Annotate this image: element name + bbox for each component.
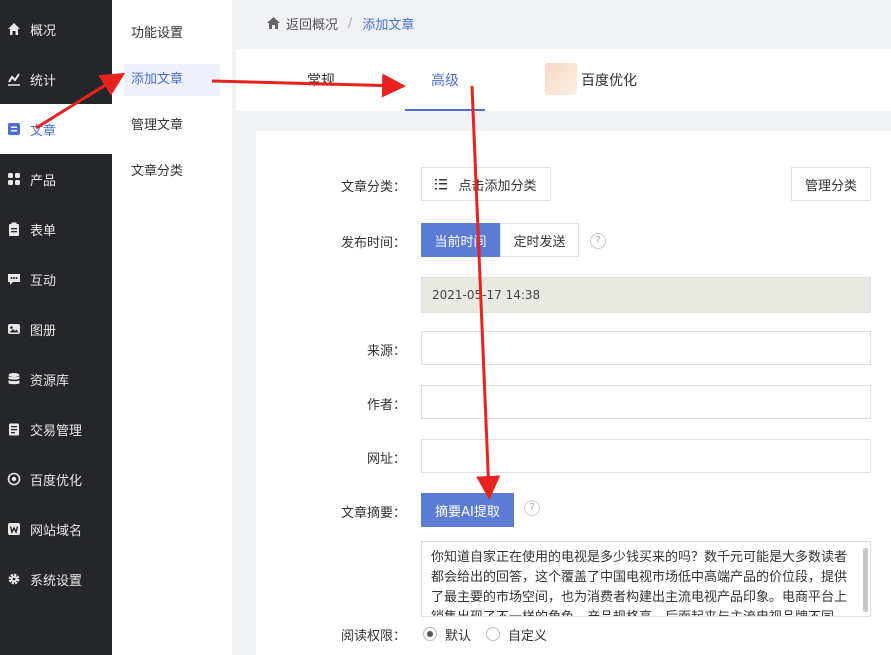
summary-textarea[interactable]: 你知道自家正在使用的电视是多少钱买来的吗？数千元可能是大多数读者都会给出的回答，… xyxy=(421,541,871,617)
sidebar-item-label: 图册 xyxy=(30,323,57,339)
source-input[interactable] xyxy=(421,331,871,365)
help-icon[interactable]: ? xyxy=(524,500,540,516)
permission-default-label: 默认 xyxy=(445,629,472,644)
summary-text: 你知道自家正在使用的电视是多少钱买来的吗？数千元可能是大多数读者都会给出的回答，… xyxy=(431,550,848,616)
advanced-form-panel: 文章分类： 点击添加分类 管理分类 发布时间： 当前时间 定时发送 ? 2021… xyxy=(256,131,891,655)
receipt-icon xyxy=(7,422,21,436)
breadcrumb-separator: / xyxy=(348,15,353,31)
add-category-button[interactable]: 点击添加分类 xyxy=(421,167,551,201)
sidebar-item-trade[interactable]: 交易管理 xyxy=(0,404,112,454)
image-icon xyxy=(7,322,21,336)
sidebar-item-stats[interactable]: 统计 xyxy=(0,54,112,104)
sidebar-item-interaction[interactable]: 互动 xyxy=(0,254,112,304)
clipboard-icon xyxy=(7,222,21,236)
sidebar-item-label: 概况 xyxy=(30,23,57,39)
author-input[interactable] xyxy=(421,385,871,419)
sidebar-item-product[interactable]: 产品 xyxy=(0,154,112,204)
breadcrumb-home-link[interactable]: 返回概况 xyxy=(286,14,338,33)
chart-icon xyxy=(7,72,21,86)
database-icon xyxy=(7,372,21,386)
publish-time-label: 发布时间： xyxy=(340,236,406,251)
add-category-label: 点击添加分类 xyxy=(458,178,537,194)
breadcrumb-current: 添加文章 xyxy=(362,17,415,33)
sidebar-item-gallery[interactable]: 图册 xyxy=(0,304,112,354)
scheduled-send-button[interactable]: 定时发送 xyxy=(500,223,579,257)
main-content: 返回概况 / 添加文章 常规 高级 百度优化 文章分类： 点击添加分类 管理分类… xyxy=(232,0,891,655)
permission-custom-label: 自定义 xyxy=(508,629,548,644)
sidebar-item-label: 统计 xyxy=(30,73,57,89)
source-label: 来源： xyxy=(366,344,406,359)
sidebar-item-form[interactable]: 表单 xyxy=(0,204,112,254)
target-icon xyxy=(7,472,21,486)
sidebar-item-baidu-seo[interactable]: 百度优化 xyxy=(0,454,112,504)
textarea-scrollbar[interactable] xyxy=(863,548,868,612)
list-icon xyxy=(435,178,448,190)
submenu-item-article-categories[interactable]: 文章分类 xyxy=(124,156,220,188)
breadcrumb: 返回概况 / 添加文章 xyxy=(232,0,891,46)
sidebar-item-label: 百度优化 xyxy=(30,473,83,489)
w-icon xyxy=(7,522,21,536)
sidebar-item-overview[interactable]: 概况 xyxy=(0,4,112,54)
article-icon xyxy=(7,122,21,136)
tab-baidu-seo-label: 百度优化 xyxy=(581,73,637,89)
sidebar-item-label: 互动 xyxy=(30,273,57,289)
article-submenu: 功能设置 添加文章 管理文章 文章分类 xyxy=(112,0,232,655)
tab-bar: 常规 高级 百度优化 xyxy=(236,49,891,111)
submenu-item-add-article[interactable]: 添加文章 xyxy=(124,64,220,96)
sidebar-item-label: 文章 xyxy=(30,123,57,139)
summary-label: 文章摘要： xyxy=(340,506,406,521)
chat-icon xyxy=(7,272,21,286)
sidebar-item-label: 表单 xyxy=(30,223,57,239)
submenu-item-feature-settings[interactable]: 功能设置 xyxy=(124,18,220,50)
sidebar-item-label: 产品 xyxy=(30,173,57,189)
current-time-button[interactable]: 当前时间 xyxy=(421,223,500,257)
manage-category-button[interactable]: 管理分类 xyxy=(791,167,871,201)
publish-datetime-field[interactable]: 2021-05-17 14:38 xyxy=(421,277,871,313)
summary-ai-extract-button[interactable]: 摘要AI提取 xyxy=(421,493,514,527)
sidebar-item-resources[interactable]: 资源库 xyxy=(0,354,112,404)
sidebar-item-label: 交易管理 xyxy=(30,423,83,439)
gear-icon xyxy=(7,572,21,586)
url-input[interactable] xyxy=(421,439,871,473)
sidebar-item-article[interactable]: 文章 xyxy=(0,104,112,154)
author-label: 作者： xyxy=(366,398,406,413)
home-icon[interactable] xyxy=(266,16,286,30)
permission-default-radio[interactable] xyxy=(423,627,437,641)
submenu-item-manage-articles[interactable]: 管理文章 xyxy=(124,110,220,142)
permission-label: 阅读权限： xyxy=(340,629,406,644)
tab-baidu-seo[interactable]: 百度优化 xyxy=(541,49,641,111)
sidebar-item-label: 网站域名 xyxy=(30,523,83,539)
grid-icon xyxy=(7,172,21,186)
category-label: 文章分类： xyxy=(340,180,406,195)
sidebar-item-label: 系统设置 xyxy=(30,573,83,589)
url-label: 网址： xyxy=(366,452,406,467)
help-icon[interactable]: ? xyxy=(590,233,606,249)
main-sidebar: 概况 统计 文章 产品 表单 互动 图册 资源库 交易管理 百度优化 网站域名 xyxy=(0,0,112,655)
sidebar-item-domain[interactable]: 网站域名 xyxy=(0,504,112,554)
tab-thumbnail-image xyxy=(545,63,577,95)
sidebar-item-settings[interactable]: 系统设置 xyxy=(0,554,112,604)
permission-custom-radio[interactable] xyxy=(486,627,500,641)
tab-advanced[interactable]: 高级 xyxy=(405,49,485,111)
tab-general[interactable]: 常规 xyxy=(296,49,346,111)
home-icon xyxy=(7,22,21,36)
sidebar-item-label: 资源库 xyxy=(30,373,70,389)
